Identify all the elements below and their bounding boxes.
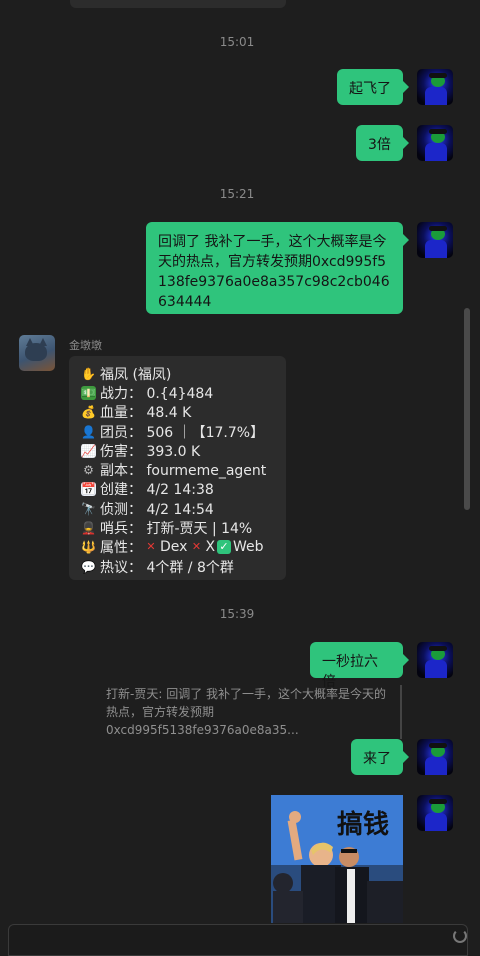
my-message[interactable]: 回调了 我补了一手，这个大概率是今天的热点，官方转发预期0xcd995f5138… (146, 222, 409, 314)
info-text: 战力： 0.{4}484 (100, 385, 214, 402)
my-avatar[interactable] (417, 739, 453, 775)
guard-icon: 💂 (81, 521, 96, 536)
my-avatar[interactable] (417, 125, 453, 161)
info-text: 血量： 48.4 K (100, 405, 192, 422)
info-row: 💰 血量： 48.4 K (81, 403, 274, 422)
message-input[interactable] (8, 924, 468, 956)
trident-icon: 🔱 (81, 540, 96, 555)
info-text: 哨兵： 打新-贾天 | 14% (100, 521, 253, 538)
info-row: 🔭 侦测： 4/2 14:54 (81, 499, 274, 518)
image-caption: 搞钱 (337, 809, 389, 840)
my-message[interactable]: 3倍 (356, 125, 409, 161)
message-text: 3倍 (368, 137, 391, 153)
info-text: 伤害： 393.0 K (100, 443, 201, 460)
image-content: 搞钱 (271, 795, 403, 923)
attr-dex: Dex (160, 539, 188, 556)
message-text: 回调了 我补了一手，这个大概率是今天的热点，官方转发预期0xcd995f5138… (158, 234, 390, 310)
my-message[interactable]: 起飞了 (337, 69, 409, 105)
loading-spinner-icon (453, 929, 467, 943)
info-row: 📅 创建： 4/2 14:38 (81, 480, 274, 499)
info-row: 💵 战力： 0.{4}484 (81, 383, 274, 402)
info-text: 福凤 (福凤) (100, 366, 172, 383)
my-avatar[interactable] (417, 69, 453, 105)
check-icon: ✓ (217, 540, 232, 555)
timestamp: 15:39 (219, 607, 255, 621)
timestamp: 15:01 (219, 35, 255, 49)
message-text: 起飞了 (349, 81, 391, 97)
info-row: ✋ 福凤 (福凤) (81, 364, 274, 383)
timestamp: 15:21 (219, 187, 255, 201)
bot-avatar[interactable] (19, 335, 55, 371)
info-row: 📈 伤害： 393.0 K (81, 441, 274, 460)
info-text: 创建： 4/2 14:38 (100, 482, 214, 499)
info-text: 热议： 4个群 / 8个群 (100, 559, 234, 576)
money-icon: 💵 (81, 385, 96, 400)
info-text: 侦测： 4/2 14:54 (100, 501, 214, 518)
info-row: 💬 热议： 4个群 / 8个群 (81, 557, 274, 576)
attr-x: X (205, 539, 216, 556)
person-icon: 👤 (81, 424, 96, 439)
chart-icon: 📈 (81, 443, 96, 458)
cross-icon: ✕ (191, 540, 202, 554)
sender-name: 金墩墩 (69, 339, 102, 352)
money-bag-icon: 💰 (81, 405, 96, 420)
my-message[interactable]: 来了 (351, 739, 409, 775)
info-text: 团员： 506 ｜【17.7%】 (100, 424, 265, 441)
info-row: 👤 团员： 506 ｜【17.7%】 (81, 422, 274, 441)
previous-message-bubble (70, 0, 286, 8)
info-row: 🔱 属性： ✕ Dex ✕ X ✓ Web (81, 538, 274, 557)
my-avatar[interactable] (417, 642, 453, 678)
scrollbar-thumb[interactable] (464, 308, 470, 510)
message-text: 来了 (363, 751, 391, 767)
info-text: 属性： (100, 540, 142, 557)
info-text: 副本： fourmeme_agent (100, 463, 267, 480)
image-message[interactable]: 搞钱 (271, 795, 403, 923)
quoted-message[interactable]: 打新-贾天: 回调了 我补了一手，这个大概率是今天的热点，官方转发预期0xcd9… (106, 685, 402, 739)
bot-info-card[interactable]: ✋ 福凤 (福凤) 💵 战力： 0.{4}484 💰 血量： 48.4 K 👤 团员： … (69, 356, 286, 580)
my-message[interactable]: 一秒拉六倍 (310, 642, 409, 690)
probe-icon: 🔭 (81, 501, 96, 516)
speech-icon: 💬 (81, 559, 96, 574)
info-row: ⚙ 副本： fourmeme_agent (81, 460, 274, 479)
gear-icon: ⚙ (83, 463, 94, 478)
hand-icon: ✋ (81, 366, 96, 381)
info-row: 💂 哨兵： 打新-贾天 | 14% (81, 518, 274, 537)
attr-web: Web (233, 539, 264, 556)
my-avatar[interactable] (417, 222, 453, 258)
calendar-icon: 📅 (81, 482, 96, 497)
my-avatar[interactable] (417, 795, 453, 831)
cross-icon: ✕ (146, 540, 156, 554)
